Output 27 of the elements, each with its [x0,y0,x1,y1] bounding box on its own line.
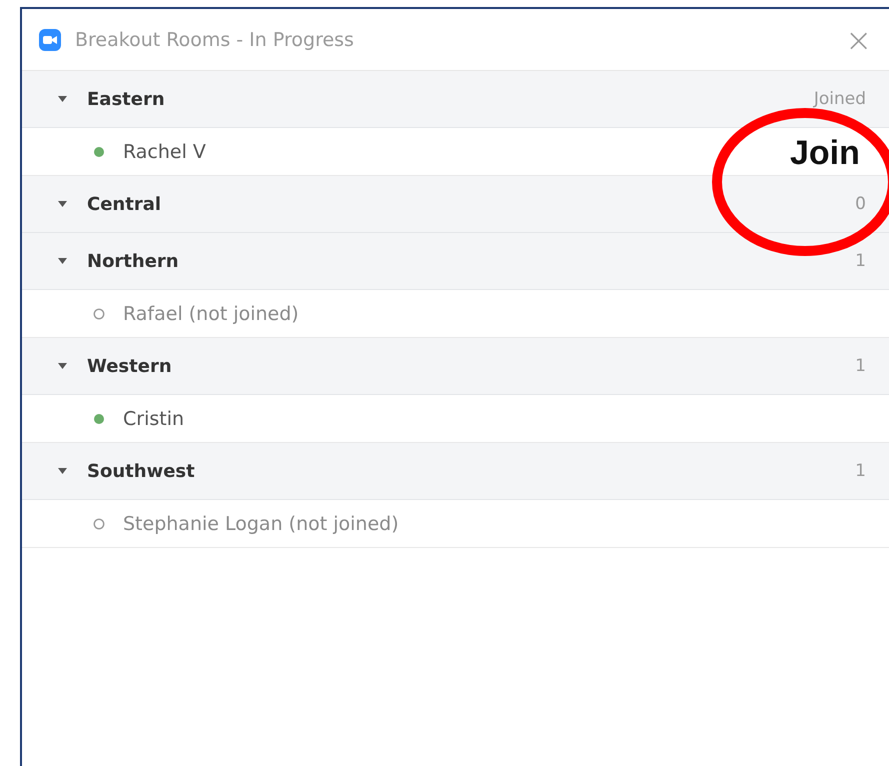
room-name: Western [87,356,173,376]
window-title: Breakout Rooms - In Progress [75,28,355,50]
room-count: 0 [855,194,866,214]
room-count: 1 [855,461,866,481]
room-header[interactable]: Central 0 [22,176,889,233]
caret-icon[interactable] [58,96,67,102]
room-name: Central [87,194,162,214]
participant-name: Rachel V [123,140,206,162]
room-header[interactable]: Northern 1 [22,233,889,290]
room-count: 1 [855,251,866,271]
room-name: Eastern [87,88,166,110]
caret-icon[interactable] [58,363,67,369]
room-count: Joined [814,89,866,109]
room-header[interactable]: Western 1 [22,338,889,395]
room-name: Southwest [87,460,196,482]
caret-icon[interactable] [58,258,67,264]
participant-name: Stephanie Logan (not joined) [123,512,399,534]
participant-name: Cristin [123,408,184,430]
room-header[interactable]: Southwest 1 [22,443,889,500]
annotation-label: Join [790,134,860,173]
participant-name: Rafael (not joined) [123,302,299,324]
room-header[interactable]: Eastern Joined [22,71,889,128]
caret-icon[interactable] [58,468,67,474]
room-count: 1 [855,356,866,376]
video-camera-icon [39,28,61,50]
room-name: Northern [87,250,180,272]
caret-icon[interactable] [58,201,67,207]
